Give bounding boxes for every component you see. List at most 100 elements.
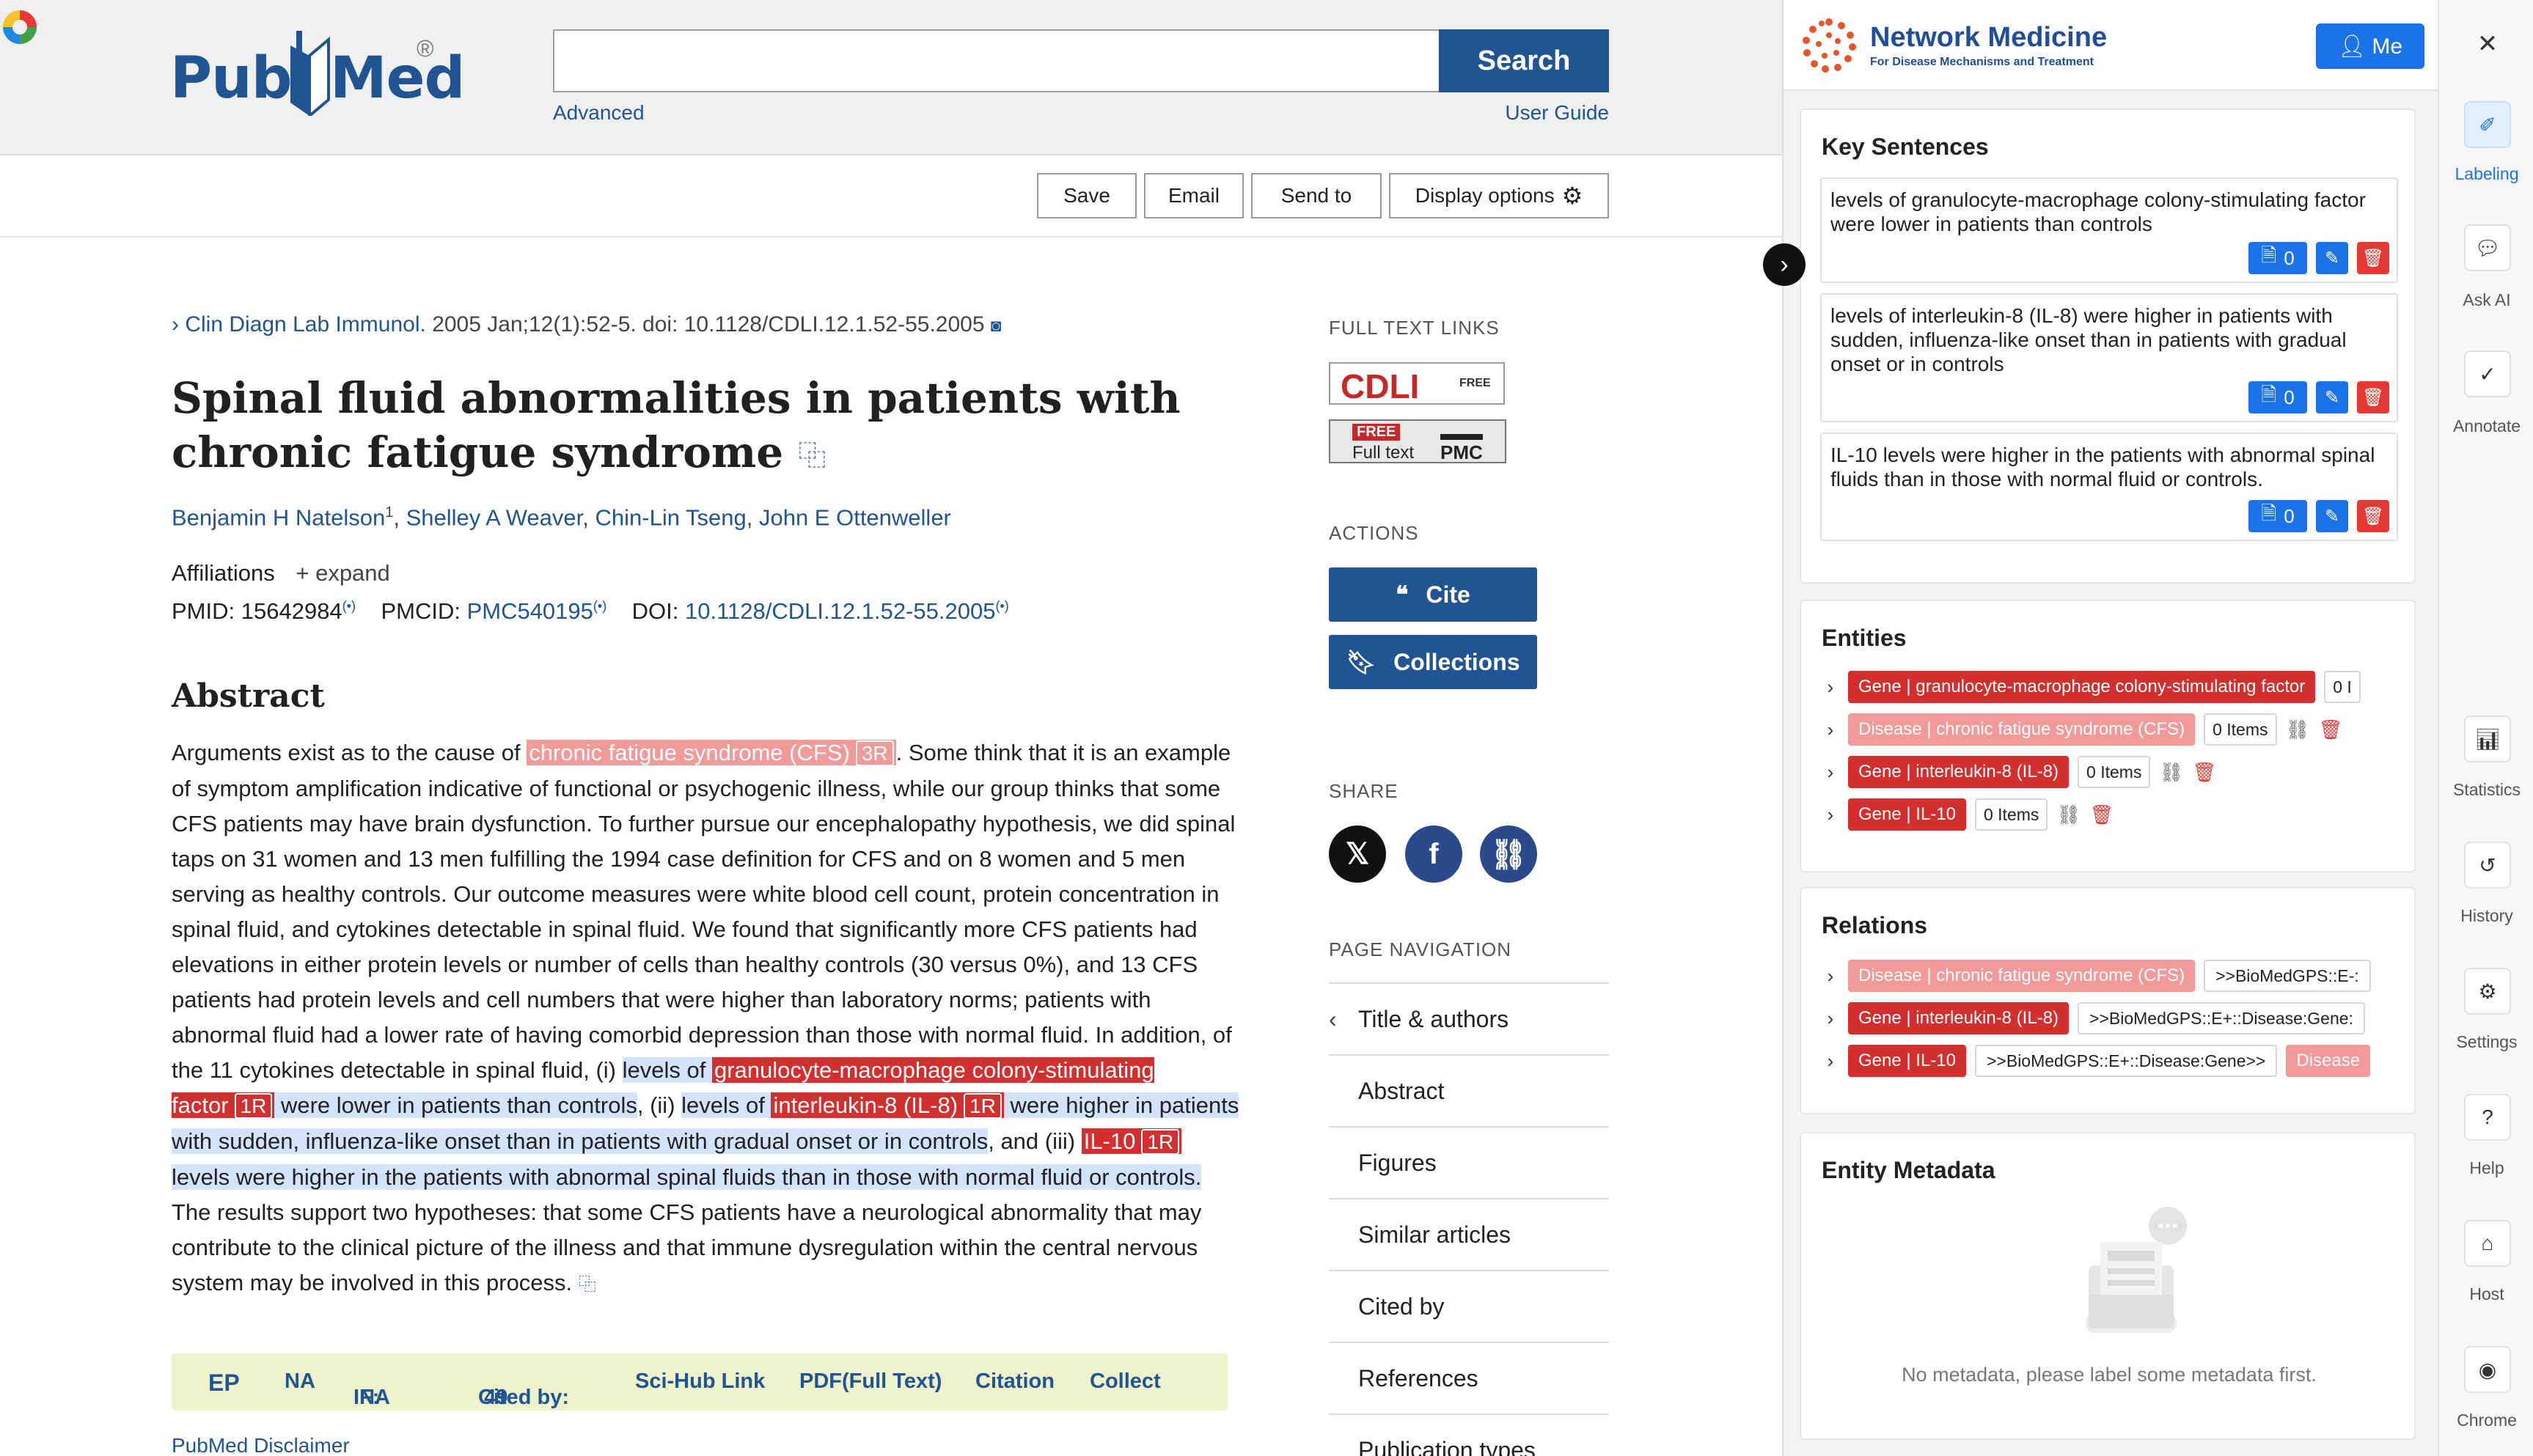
facebook-share-icon[interactable]: f [1405,826,1462,883]
relation-row[interactable]: › Disease | chronic fatigue syndrome (CF… [1822,959,2371,993]
chat-icon[interactable]: 💬︎ [2464,224,2511,271]
entity-row[interactable]: › Gene | interleukin-8 (IL-8) 0 Items ⛓ … [1822,755,2216,789]
history-icon[interactable]: ↺ [2464,842,2511,889]
send-to-button[interactable]: Send to [1251,173,1382,218]
entity-items-count[interactable]: 0 I [2324,671,2361,703]
chevron-right-icon[interactable]: › [1822,965,1839,988]
link-icon[interactable]: ⛓ [2056,804,2081,826]
entity-chip[interactable]: Gene | granulocyte-macrophage colony-sti… [1848,671,2316,703]
documents-button[interactable]: 🗎 0 [2248,381,2307,413]
edit-icon[interactable]: ✎ [2316,381,2348,413]
entity-row[interactable]: › Gene | granulocyte-macrophage colony-s… [1822,670,2361,704]
rail-label-host[interactable]: Host [2439,1284,2533,1304]
relation-row[interactable]: › Gene | IL-10 >>BioMedGPS::E+::Disease:… [1822,1044,2371,1078]
entity-items-count[interactable]: 0 Items [2204,713,2277,746]
email-button[interactable]: Email [1144,173,1244,218]
key-sentence-item[interactable]: levels of interleukin-8 (IL-8) were high… [1820,293,2398,422]
link-share-icon[interactable]: ⛓ [1480,826,1537,883]
trash-icon[interactable]: 🗑︎ [2357,381,2389,413]
chevron-right-icon[interactable]: › [1822,718,1839,741]
chart-icon[interactable]: 📊︎ [2464,716,2511,762]
relation-type[interactable]: >>BioMedGPS::E-: [2204,960,2371,992]
author-link[interactable]: John E Ottenweller [759,504,951,530]
chevron-right-icon[interactable]: › [1822,1007,1839,1030]
translate-icon[interactable]: ⿻ [798,440,826,472]
nav-publication-types[interactable]: Publication types [1329,1413,1609,1456]
entity-chip[interactable]: Gene | IL-10 [1848,798,1966,831]
collapse-panel-button[interactable]: › [1763,243,1806,286]
collect-link[interactable]: Collect [1090,1369,1161,1394]
rail-label-ask-ai[interactable]: Ask AI [2439,290,2533,310]
relation-source-chip[interactable]: Disease | chronic fatigue syndrome (CFS) [1848,960,2196,992]
entity-chip[interactable]: Gene | interleukin-8 (IL-8) [1848,756,2070,788]
author-affiliation-sup[interactable]: 1 [385,504,393,521]
pubmed-disclaimer-link[interactable]: PubMed Disclaimer [172,1434,350,1456]
doi-link[interactable]: 10.1128/CDLI.12.1.52-55.2005 [685,598,995,624]
chevron-right-icon[interactable]: › [1822,676,1839,699]
search-input[interactable] [553,29,1440,92]
rail-label-chrome[interactable]: Chrome [2439,1411,2533,1430]
close-icon[interactable]: ✕ [2464,21,2511,67]
chevron-right-icon[interactable]: › [1822,761,1839,784]
copy-icon[interactable]: (•) [593,599,606,614]
nav-figures[interactable]: Figures [1329,1126,1609,1196]
entity-items-count[interactable]: 0 Items [1974,798,2048,831]
trash-icon[interactable]: 🗑︎ [2319,718,2343,741]
x-share-icon[interactable]: 𝕏 [1329,826,1386,883]
relation-source-chip[interactable]: Gene | interleukin-8 (IL-8) [1848,1002,2070,1034]
copy-icon[interactable]: (•) [342,599,356,614]
chevron-right-icon[interactable]: › [1822,804,1839,826]
author-link[interactable]: Shelley A Weaver [406,504,583,530]
link-icon[interactable]: ⛓ [2159,761,2183,784]
expand-affiliations-button[interactable]: + expand [296,560,389,586]
entity-chip[interactable]: Disease | chronic fatigue syndrome (CFS) [1848,713,2196,746]
journal-link[interactable]: Clin Diagn Lab Immunol. [185,312,426,337]
citation-link[interactable]: Citation [975,1369,1055,1394]
nav-cited-by[interactable]: Cited by [1329,1270,1609,1340]
trash-icon[interactable]: 🗑︎ [2357,500,2389,532]
documents-button[interactable]: 🗎 0 [2248,500,2307,532]
entity-highlight-il10[interactable]: IL-10 1R [1081,1128,1182,1155]
pmc-full-text-link[interactable]: FREE Full text PMC [1329,419,1506,463]
scihub-link[interactable]: Sci-Hub Link [635,1369,765,1394]
relation-type[interactable]: >>BioMedGPS::E+::Disease:Gene>> [1974,1045,2278,1077]
copy-icon[interactable]: (•) [995,599,1008,614]
user-guide-link[interactable]: User Guide [1502,101,1609,125]
rail-label-statistics[interactable]: Statistics [2439,780,2533,800]
save-button[interactable]: Save [1037,173,1137,218]
documents-button[interactable]: 🗎 0 [2248,242,2307,274]
relation-row[interactable]: › Gene | interleukin-8 (IL-8) >>BioMedGP… [1822,1001,2365,1035]
extension-icon[interactable] [3,10,37,44]
entity-items-count[interactable]: 0 Items [2078,756,2151,788]
relation-type[interactable]: >>BioMedGPS::E+::Disease:Gene: [2078,1002,2365,1034]
cdli-full-text-link[interactable]: CDLI FREE [1329,362,1505,405]
relation-target-chip[interactable]: Disease [2286,1045,2371,1077]
pubmed-logo[interactable]: Pub Med ® [170,31,465,119]
me-button[interactable]: 👤︎ Me [2316,23,2424,69]
collections-button[interactable]: 🔖︎ Collections [1329,635,1537,689]
rail-label-annotate[interactable]: Annotate [2439,416,2533,436]
nav-title-authors[interactable]: ‹ Title & authors [1329,982,1609,1053]
entity-highlight-cfs[interactable]: chronic fatigue syndrome (CFS) 3R [527,740,896,766]
help-icon[interactable]: ? [2464,1094,2511,1141]
search-button[interactable]: Search [1439,29,1609,92]
cite-button[interactable]: ❝ Cite [1329,567,1537,622]
cited-by-count[interactable]: Cited by: 49 [478,1369,569,1409]
pmcid-link[interactable]: PMC540195 [467,598,593,624]
trash-icon[interactable]: 🗑︎ [2357,242,2389,274]
check-icon[interactable]: ✓ [2464,350,2511,397]
home-icon[interactable]: ⌂ [2464,1220,2511,1267]
trash-icon[interactable]: 🗑︎ [2089,804,2114,826]
author-link[interactable]: Chin-Lin Tseng [595,504,747,530]
settings-icon[interactable]: ⚙ [2464,968,2511,1015]
pdf-link[interactable]: PDF(Full Text) [799,1369,942,1394]
rail-label-history[interactable]: History [2439,906,2533,926]
author-link[interactable]: Benjamin H Natelson [172,504,385,530]
entity-row[interactable]: › Disease | chronic fatigue syndrome (CF… [1822,713,2343,746]
key-sentence-item[interactable]: levels of granulocyte-macrophage colony-… [1820,177,2398,283]
rail-label-help[interactable]: Help [2439,1158,2533,1178]
key-sentence-item[interactable]: IL-10 levels were higher in the patients… [1820,433,2398,541]
trash-icon[interactable]: 🗑︎ [2192,761,2216,784]
entity-row[interactable]: › Gene | IL-10 0 Items ⛓ 🗑︎ [1822,798,2114,831]
nav-abstract[interactable]: Abstract [1329,1054,1609,1125]
